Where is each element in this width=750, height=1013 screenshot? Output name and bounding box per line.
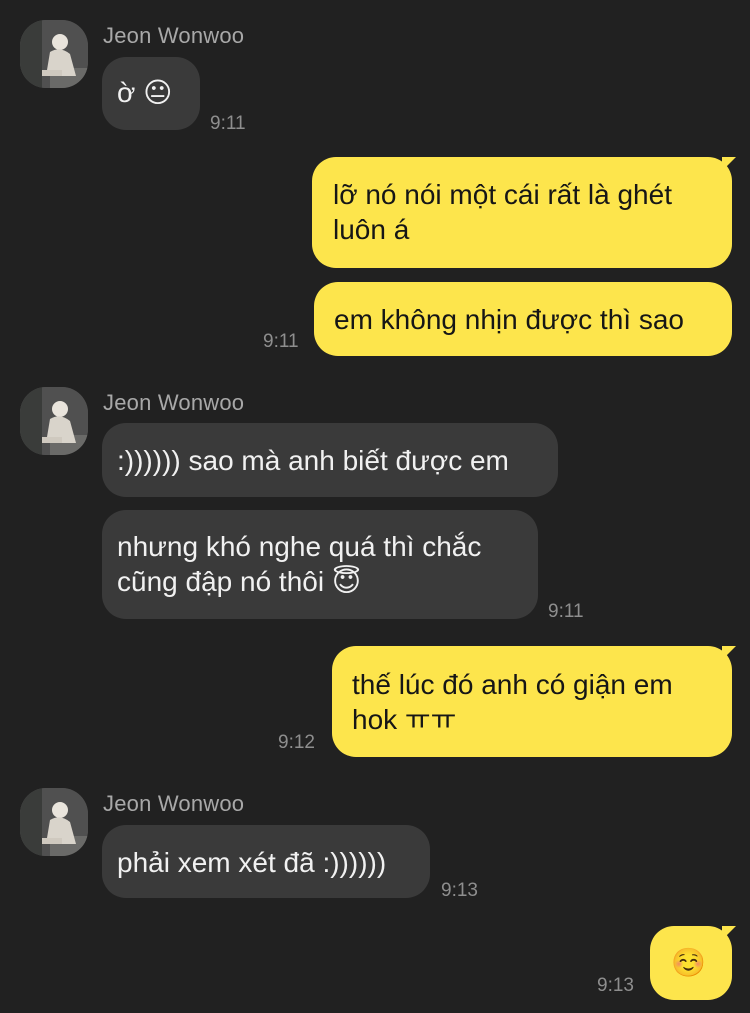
message-bubble-outgoing[interactable]: lỡ nó nói một cái rất là ghét luôn á	[312, 157, 732, 268]
message-timestamp: 9:11	[210, 113, 246, 134]
message-timestamp: 9:11	[263, 331, 299, 352]
message-bubble-outgoing[interactable]: ☺️	[650, 926, 732, 1000]
sender-avatar[interactable]	[20, 387, 88, 455]
message-bubble-incoming[interactable]: ờ 😐	[102, 57, 200, 130]
sender-name: Jeon Wonwoo	[103, 390, 245, 415]
message-bubble-incoming[interactable]: nhưng khó nghe quá thì chắc cũng đập nó …	[102, 510, 538, 619]
message-timestamp: 9:13	[597, 975, 634, 996]
message-bubble-incoming[interactable]: :)))))) sao mà anh biết được em	[102, 423, 558, 497]
sender-avatar[interactable]	[20, 20, 88, 88]
message-timestamp: 9:13	[441, 880, 478, 901]
message-timestamp: 9:11	[548, 601, 584, 622]
message-bubble-incoming[interactable]: phải xem xét đã :))))))	[102, 825, 430, 898]
sender-name: Jeon Wonwoo	[103, 791, 245, 816]
sender-avatar[interactable]	[20, 788, 88, 856]
bubble-tail	[722, 646, 736, 660]
message-timestamp: 9:12	[278, 732, 315, 753]
message-bubble-outgoing[interactable]: thế lúc đó anh có giận em hok ㅠㅠ	[332, 646, 732, 757]
sender-name: Jeon Wonwoo	[103, 23, 245, 48]
message-bubble-outgoing[interactable]: em không nhịn được thì sao	[314, 282, 732, 356]
bubble-tail	[722, 157, 736, 171]
bubble-tail	[722, 926, 736, 940]
